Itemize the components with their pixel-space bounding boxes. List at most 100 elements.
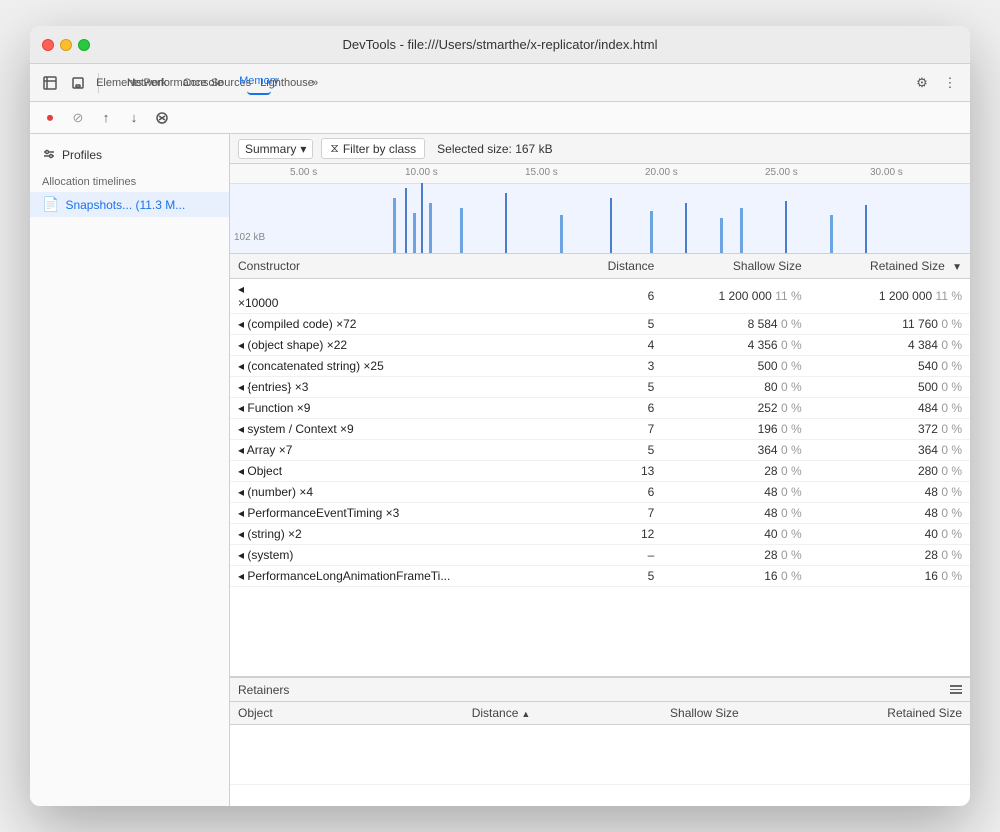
constructor-table-container: Constructor Distance Shallow Size Retain…	[230, 254, 970, 676]
table-row[interactable]: ◂ PerformanceLongAnimationFrameTi... 5 1…	[230, 566, 970, 587]
timeline-ruler: 5.00 s 10.00 s 15.00 s 20.00 s 25.00 s 3…	[230, 164, 970, 184]
cell-retained-size: 484 0 %	[810, 398, 970, 419]
cell-constructor: ◂ (number) ×4	[230, 482, 569, 503]
table-row[interactable]: ◂ ×10000 6 1 200 000 11 % 1 200 000 11 %	[230, 279, 970, 314]
cell-constructor: ◂ Object	[230, 461, 569, 482]
snapshot-item[interactable]: 📄 Snapshots... (11.3 M...	[30, 192, 229, 217]
retainers-label: Retainers	[238, 683, 289, 697]
cell-retained-size: 40 0 %	[810, 524, 970, 545]
table-row[interactable]: ◂ {entries} ×3 5 80 0 % 500 0 %	[230, 377, 970, 398]
timeline-bar-16	[865, 205, 867, 253]
window-title: DevTools - file:///Users/stmarthe/x-repl…	[343, 37, 658, 52]
summary-dropdown[interactable]: Summary ▾	[238, 139, 313, 159]
hamburger-icon[interactable]	[950, 685, 962, 694]
snapshot-label: Snapshots... (11.3 M...	[65, 198, 185, 212]
retainers-col-retained: Retained Size	[747, 702, 970, 725]
sliders-icon	[42, 148, 56, 162]
filter-button[interactable]: ⧖ Filter by class	[321, 138, 425, 159]
inspect-icon[interactable]	[38, 71, 62, 95]
more-options-icon[interactable]: ⋮	[938, 71, 962, 95]
download-icon[interactable]: ↓	[122, 106, 146, 130]
retainers-body	[230, 725, 970, 785]
cell-retained-size: 28 0 %	[810, 545, 970, 566]
cell-retained-size: 500 0 %	[810, 377, 970, 398]
cell-shallow-size: 80 0 %	[662, 377, 809, 398]
cell-distance: 4	[569, 335, 662, 356]
cell-shallow-size: 500 0 %	[662, 356, 809, 377]
profiles-label: Profiles	[62, 148, 102, 162]
table-row[interactable]: ◂ (string) ×2 12 40 0 % 40 0 %	[230, 524, 970, 545]
sub-toolbar: Summary ▾ ⧖ Filter by class Selected siz…	[230, 134, 970, 164]
table-row[interactable]: ◂ (compiled code) ×72 5 8 584 0 % 11 760…	[230, 314, 970, 335]
cell-constructor: ◂ PerformanceEventTiming ×3	[230, 503, 569, 524]
table-row[interactable]: ◂ (concatenated string) ×25 3 500 0 % 54…	[230, 356, 970, 377]
clear-icon[interactable]	[150, 106, 174, 130]
cell-distance: 3	[569, 356, 662, 377]
tick-30s: 30.00 s	[870, 167, 903, 178]
retainers-panel: Retainers Object Distance Shallow Size R…	[230, 676, 970, 806]
stop-icon[interactable]: ⊘	[66, 106, 90, 130]
cell-retained-size: 364 0 %	[810, 440, 970, 461]
close-button[interactable]	[42, 39, 54, 51]
cell-distance: –	[569, 545, 662, 566]
cell-shallow-size: 196 0 %	[662, 419, 809, 440]
cell-distance: 5	[569, 314, 662, 335]
cell-retained-size: 11 760 0 %	[810, 314, 970, 335]
cell-shallow-size: 364 0 %	[662, 440, 809, 461]
table-row[interactable]: ◂ system / Context ×9 7 196 0 % 372 0 %	[230, 419, 970, 440]
cell-distance: 5	[569, 377, 662, 398]
table-row[interactable]: ◂ (system) – 28 0 % 28 0 %	[230, 545, 970, 566]
table-row[interactable]: ◂ (object shape) ×22 4 4 356 0 % 4 384 0…	[230, 335, 970, 356]
cell-distance: 7	[569, 503, 662, 524]
dropdown-arrow-icon: ▾	[300, 142, 306, 156]
device-icon[interactable]	[66, 71, 90, 95]
col-shallow-size: Shallow Size	[662, 254, 809, 279]
table-row[interactable]: ◂ Array ×7 5 364 0 % 364 0 %	[230, 440, 970, 461]
table-row[interactable]: ◂ (number) ×4 6 48 0 % 48 0 %	[230, 482, 970, 503]
cell-retained-size: 16 0 %	[810, 566, 970, 587]
cell-constructor: ◂ system / Context ×9	[230, 419, 569, 440]
cell-distance: 13	[569, 461, 662, 482]
title-bar: DevTools - file:///Users/stmarthe/x-repl…	[30, 26, 970, 64]
settings-icon[interactable]: ⚙	[910, 71, 934, 95]
tick-15s: 15.00 s	[525, 167, 558, 178]
timeline-bar-5	[429, 203, 432, 253]
main-panel: Summary ▾ ⧖ Filter by class Selected siz…	[230, 134, 970, 806]
cell-retained-size: 280 0 %	[810, 461, 970, 482]
table-row[interactable]: ◂ Object 13 28 0 % 280 0 %	[230, 461, 970, 482]
cell-retained-size: 540 0 %	[810, 356, 970, 377]
cell-distance: 6	[569, 279, 662, 314]
sidebar: Profiles Allocation timelines 📄 Snapshot…	[30, 134, 230, 806]
cell-constructor: ◂ (object shape) ×22	[230, 335, 569, 356]
main-toolbar: Elements Network Performance Console Sou…	[30, 64, 970, 102]
cell-shallow-size: 16 0 %	[662, 566, 809, 587]
timeline-bar-1	[393, 198, 396, 253]
tick-20s: 20.00 s	[645, 167, 678, 178]
cell-shallow-size: 1 200 000 11 %	[662, 279, 809, 314]
lighthouse-icon[interactable]: Lighthouse	[275, 71, 299, 95]
col-retained-size[interactable]: Retained Size ▼	[810, 254, 970, 279]
retainers-col-object: Object	[230, 702, 355, 725]
timeline-bar-7	[505, 193, 507, 253]
cell-retained-size: 48 0 %	[810, 503, 970, 524]
record-icon[interactable]: ⏺	[38, 106, 62, 130]
cell-distance: 7	[569, 419, 662, 440]
more-tabs-icon[interactable]: »	[303, 71, 327, 95]
cell-shallow-size: 48 0 %	[662, 503, 809, 524]
minimize-button[interactable]	[60, 39, 72, 51]
timeline-bar-15	[830, 215, 833, 253]
filter-label: Filter by class	[343, 142, 416, 156]
cell-distance: 5	[569, 566, 662, 587]
allocation-section-label: Allocation timelines	[30, 168, 229, 192]
devtools-window: DevTools - file:///Users/stmarthe/x-repl…	[30, 26, 970, 806]
table-row[interactable]: ◂ Function ×9 6 252 0 % 484 0 %	[230, 398, 970, 419]
filter-icon: ⧖	[330, 141, 338, 156]
snapshot-icon: 📄	[42, 196, 59, 213]
traffic-lights	[42, 39, 90, 51]
retainers-col-distance[interactable]: Distance	[355, 702, 539, 725]
maximize-button[interactable]	[78, 39, 90, 51]
cell-constructor: ◂ (compiled code) ×72	[230, 314, 569, 335]
table-row[interactable]: ◂ PerformanceEventTiming ×3 7 48 0 % 48 …	[230, 503, 970, 524]
upload-icon[interactable]: ↑	[94, 106, 118, 130]
cell-distance: 12	[569, 524, 662, 545]
